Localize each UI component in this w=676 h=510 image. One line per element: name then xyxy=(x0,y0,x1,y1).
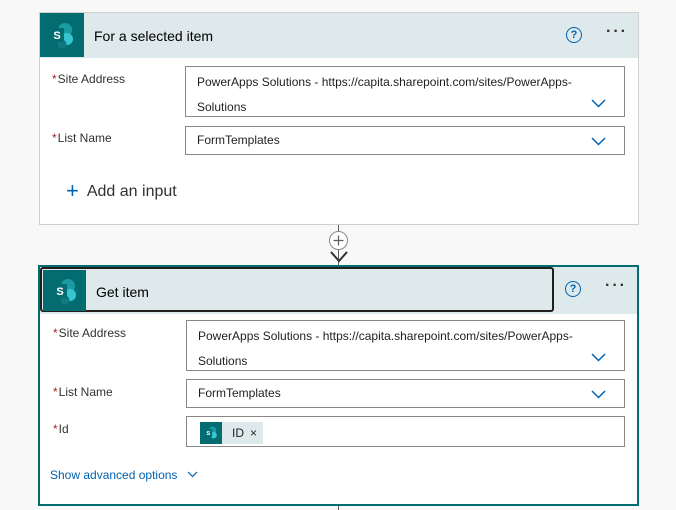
site-address-value-line2: Solutions xyxy=(197,100,247,114)
list-name-label: *List Name xyxy=(53,385,113,399)
chevron-down-icon xyxy=(187,471,198,478)
chevron-down-icon[interactable] xyxy=(591,353,606,362)
flow-connector-line-bottom xyxy=(338,506,339,510)
site-address-dropdown[interactable]: PowerApps Solutions - https://capita.sha… xyxy=(185,66,625,117)
add-an-input-button[interactable]: + Add an input xyxy=(66,178,177,204)
action-card-get-item: S Get item ? ··· *Site Address PowerApps… xyxy=(38,265,639,506)
more-options-icon[interactable]: ··· xyxy=(606,23,628,41)
id-label: *Id xyxy=(53,422,69,436)
list-name-dropdown[interactable]: FormTemplates xyxy=(185,126,625,155)
plus-icon xyxy=(333,235,344,246)
card-title: Get item xyxy=(96,284,149,300)
arrow-down-icon xyxy=(330,251,348,263)
list-name-dropdown[interactable]: FormTemplates xyxy=(186,379,625,408)
chevron-down-icon[interactable] xyxy=(591,99,606,108)
site-address-value-line2: Solutions xyxy=(198,354,248,368)
site-address-value-line1: PowerApps Solutions - https://capita.sha… xyxy=(198,329,573,343)
site-address-label: *Site Address xyxy=(53,326,127,340)
list-name-label: *List Name xyxy=(52,131,112,145)
show-advanced-options-link[interactable]: Show advanced options xyxy=(50,468,198,482)
action-card-header[interactable]: S Get item ? ··· xyxy=(40,267,637,314)
chevron-down-icon[interactable] xyxy=(591,390,606,399)
action-card-title-bar[interactable]: S Get item xyxy=(40,267,554,312)
site-address-value-line1: PowerApps Solutions - https://capita.sha… xyxy=(197,75,572,89)
add-an-input-label: Add an input xyxy=(86,183,177,200)
list-name-value: FormTemplates xyxy=(197,133,280,147)
site-address-dropdown[interactable]: PowerApps Solutions - https://capita.sha… xyxy=(186,320,625,371)
id-input[interactable]: S ID × xyxy=(186,416,625,447)
sharepoint-icon: S xyxy=(40,13,84,57)
svg-text:S: S xyxy=(56,286,63,298)
remove-token-icon[interactable]: × xyxy=(250,421,257,445)
insert-step-button[interactable] xyxy=(329,231,348,250)
site-address-label: *Site Address xyxy=(52,72,126,86)
list-name-value: FormTemplates xyxy=(198,386,281,400)
dynamic-content-token-id[interactable]: S ID × xyxy=(200,421,264,445)
help-icon[interactable]: ? xyxy=(565,281,581,297)
svg-text:S: S xyxy=(53,30,60,42)
sharepoint-icon: S xyxy=(200,422,222,444)
card-title: For a selected item xyxy=(94,28,214,44)
chevron-down-icon[interactable] xyxy=(591,137,606,146)
trigger-card-header[interactable]: S For a selected item ? ··· xyxy=(40,13,638,58)
more-options-icon[interactable]: ··· xyxy=(605,277,627,295)
plus-icon: + xyxy=(66,178,79,203)
trigger-card-for-selected-item: S For a selected item ? ··· *Site Addres… xyxy=(39,12,639,225)
help-icon[interactable]: ? xyxy=(566,27,582,43)
token-label: ID xyxy=(232,426,244,440)
sharepoint-icon: S xyxy=(43,270,86,311)
svg-text:S: S xyxy=(206,431,210,437)
